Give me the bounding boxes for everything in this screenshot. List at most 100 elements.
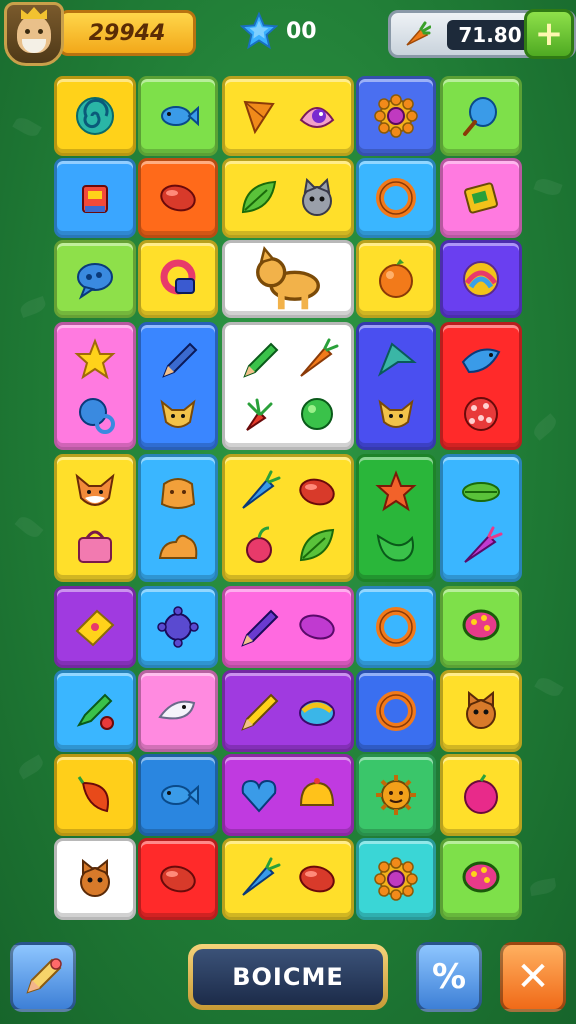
star-counter: 00 <box>240 12 317 50</box>
tile-r5c2[interactable] <box>138 454 218 582</box>
tile-r5c1[interactable] <box>54 454 136 582</box>
tile-r9c3[interactable] <box>222 838 354 920</box>
tile-r7c4[interactable] <box>356 670 436 752</box>
percent-button[interactable]: % <box>416 942 482 1012</box>
tile-r1c3[interactable] <box>222 76 354 156</box>
tile-r8c2[interactable] <box>138 754 218 836</box>
bg-leaf <box>533 175 563 199</box>
tile-r1c2[interactable] <box>138 76 218 156</box>
cat-face-icon <box>466 690 496 729</box>
green-bird-icon <box>376 534 414 562</box>
tile-r7c5[interactable] <box>440 670 522 752</box>
swirl-candy-icon <box>76 97 114 135</box>
add-currency-button[interactable]: + <box>524 9 574 59</box>
tile-r6c1[interactable] <box>54 586 136 668</box>
purple-pen-icon <box>241 609 279 647</box>
tile-r3c1[interactable] <box>54 240 136 318</box>
pink-bean-icon <box>299 614 335 640</box>
carrot-count: 71.80 <box>447 20 533 50</box>
tile-r2c2[interactable] <box>138 158 218 238</box>
close-button[interactable]: ✕ <box>500 942 566 1012</box>
tile-r9c5[interactable] <box>440 838 522 920</box>
blue-balloon-icon <box>463 97 497 136</box>
main-action-label: BOICME <box>193 949 383 1005</box>
tile-r5c5[interactable] <box>440 454 522 582</box>
tile-r2c4[interactable] <box>356 158 436 238</box>
tile-r6c2[interactable] <box>138 586 218 668</box>
yellow-dog-icon <box>256 246 320 310</box>
tile-r9c2[interactable] <box>138 838 218 920</box>
blue-fish-icon <box>161 784 199 806</box>
teddy-icon <box>160 478 196 510</box>
tile-r4c4[interactable] <box>356 322 436 450</box>
orange-ring-icon <box>376 607 416 647</box>
yellow-bell-icon <box>300 778 335 806</box>
pink-bag-icon <box>78 530 112 564</box>
game-board <box>54 76 522 926</box>
fox-head-icon <box>75 473 115 507</box>
tile-r4c2[interactable] <box>138 322 218 450</box>
tile-r5c4[interactable] <box>356 454 436 582</box>
pencil-icon <box>162 342 198 379</box>
tile-r8c3[interactable] <box>222 754 354 836</box>
tile-r3c4[interactable] <box>356 240 436 318</box>
red-bean-icon <box>160 184 196 212</box>
rainbow-candy-icon <box>463 261 499 297</box>
top-hud: 29944 00 71.80 + <box>0 0 576 70</box>
tile-r8c1[interactable] <box>54 754 136 836</box>
tile-r1c4[interactable] <box>356 76 436 156</box>
sun-face-icon <box>376 775 416 815</box>
tile-r9c1[interactable] <box>54 838 136 920</box>
tile-r6c4[interactable] <box>356 586 436 668</box>
tile-r3c3[interactable] <box>222 240 354 318</box>
tile-r2c3[interactable] <box>222 158 354 238</box>
orange-ring-icon <box>376 691 416 731</box>
tile-r4c1[interactable] <box>54 322 136 450</box>
gray-cat-icon <box>302 177 333 216</box>
tile-r7c3[interactable] <box>222 670 354 752</box>
red-bean-icon <box>299 865 335 893</box>
tile-r4c5[interactable] <box>440 322 522 450</box>
tile-r8c4[interactable] <box>356 754 436 836</box>
tile-r1c5[interactable] <box>440 76 522 156</box>
gear-flower-icon <box>374 94 418 138</box>
coin-count: 29944 <box>88 20 166 46</box>
tile-r2c1[interactable] <box>54 158 136 238</box>
coin-counter[interactable]: 29944 <box>58 10 196 56</box>
player-avatar[interactable] <box>4 2 64 66</box>
sleeping-cat-icon <box>158 534 198 560</box>
tile-r4c3[interactable] <box>222 322 354 450</box>
tile-r6c3[interactable] <box>222 586 354 668</box>
bg-leaf <box>18 295 48 319</box>
gear-flower-icon <box>374 857 418 901</box>
bg-leaf <box>16 754 46 780</box>
tile-r7c1[interactable] <box>54 670 136 752</box>
tile-r3c2[interactable] <box>138 240 218 318</box>
bg-leaf <box>528 877 558 897</box>
edit-button[interactable] <box>10 942 76 1012</box>
blue-fish-icon <box>161 105 199 127</box>
tile-r1c1[interactable] <box>54 76 136 156</box>
tile-r5c3[interactable] <box>222 454 354 582</box>
fox-face-icon <box>378 399 414 429</box>
blue-rattle-icon <box>79 398 115 435</box>
orange-fruit-icon <box>379 259 413 298</box>
tile-r8c5[interactable] <box>440 754 522 836</box>
speech-bubble-icon <box>77 263 113 300</box>
purple-gear-icon <box>157 606 199 648</box>
tile-r7c2[interactable] <box>138 670 218 752</box>
white-fish-icon <box>158 700 196 720</box>
main-action-button[interactable]: BOICME <box>188 944 388 1010</box>
orange-ring-icon <box>376 178 416 218</box>
blue-star-icon <box>240 12 278 50</box>
tile-r2c5[interactable] <box>440 158 522 238</box>
orange-star-icon <box>375 470 417 512</box>
bg-leaf <box>534 674 564 700</box>
tile-r9c4[interactable] <box>356 838 436 920</box>
tile-r6c5[interactable] <box>440 586 522 668</box>
carrot-bunch-icon <box>246 398 273 431</box>
tile-r3c5[interactable] <box>440 240 522 318</box>
red-ball-icon <box>464 397 498 432</box>
rainbow-bag-icon <box>299 700 336 726</box>
green-leaf-icon <box>462 482 500 503</box>
